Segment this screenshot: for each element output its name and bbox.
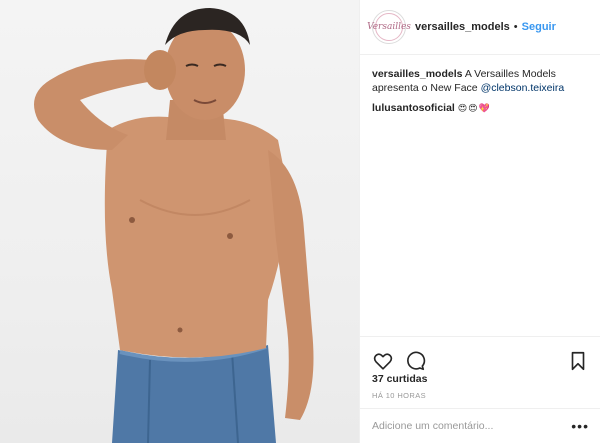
more-options-icon[interactable]: ••• — [571, 418, 589, 434]
comment-username[interactable]: lulusantosoficial — [372, 102, 455, 114]
caption-username[interactable]: versailles_models — [372, 68, 462, 80]
post-caption: versailles_models A Versailles Models ap… — [372, 67, 588, 95]
avatar-logo: Versailles — [367, 13, 411, 41]
author-avatar[interactable]: Versailles — [367, 10, 411, 44]
post-sidebar: Versailles versailles_models • Seguir ve… — [359, 0, 600, 443]
add-comment-bar: ••• — [360, 408, 600, 443]
like-count[interactable]: 37 curtidas — [372, 373, 427, 385]
comment-icon[interactable] — [404, 350, 426, 372]
follow-button[interactable]: Seguir — [522, 21, 556, 33]
comment-input[interactable] — [372, 420, 572, 432]
post-comments-area: versailles_models A Versailles Models ap… — [360, 55, 600, 115]
post-photo[interactable] — [0, 0, 359, 443]
comment-text: 😍😍💖 — [457, 103, 491, 113]
model-photo-illustration — [34, 8, 314, 443]
header-separator: • — [513, 21, 518, 33]
post-actions — [360, 336, 600, 376]
heart-icon[interactable] — [372, 350, 394, 372]
author-username[interactable]: versailles_models — [415, 21, 510, 33]
caption-mention[interactable]: @clebson.teixeira — [481, 82, 565, 94]
comment-item: lulusantosoficial 😍😍💖 — [372, 101, 588, 115]
post-header: Versailles versailles_models • Seguir — [360, 0, 600, 55]
bookmark-icon[interactable] — [567, 350, 589, 372]
post-timestamp: HÁ 10 HORAS — [372, 391, 426, 400]
avatar-logo-text: Versailles — [367, 22, 411, 32]
